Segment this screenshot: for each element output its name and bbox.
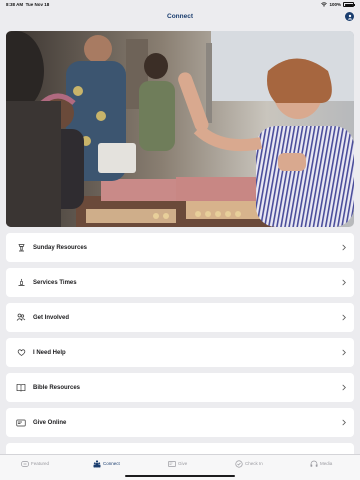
tab-media[interactable]: Media: [310, 460, 332, 467]
status-right: 100%: [321, 2, 355, 7]
chevron-right-icon: [342, 314, 346, 321]
menu-list: Sunday Resources Services Times Get Invo…: [6, 233, 354, 478]
menu-item-label: Give Online: [33, 419, 67, 426]
hero-photo: [6, 31, 354, 227]
menu-item-label: I Need Help: [33, 349, 66, 356]
card-icon: [16, 418, 26, 428]
menu-item-label: Sunday Resources: [33, 244, 88, 251]
status-bar: 8:38 AM Tue Nov 18 100%: [0, 0, 360, 9]
menu-item-give-online[interactable]: Give Online: [6, 408, 354, 437]
chevron-right-icon: [342, 244, 346, 251]
status-time-date: 8:38 AM Tue Nov 18: [6, 2, 49, 7]
menu-item-label: Get Involved: [33, 314, 70, 321]
profile-button[interactable]: [345, 12, 354, 21]
wifi-icon: [321, 2, 328, 7]
menu-item-label: Services Times: [33, 279, 77, 286]
menu-item-services-times[interactable]: Services Times: [6, 268, 354, 297]
tab-label: Media: [320, 461, 333, 466]
book-icon: [16, 383, 26, 393]
give-icon: [168, 460, 176, 467]
tab-bar: Featured Connect Give Check In Media: [0, 454, 360, 480]
battery-icon: [343, 2, 355, 7]
menu-item-sunday-resources[interactable]: Sunday Resources: [6, 233, 354, 262]
battery-percent: 100%: [329, 2, 341, 7]
tab-label: Connect: [103, 461, 120, 466]
chevron-right-icon: [342, 349, 346, 356]
podium-icon: [16, 243, 26, 253]
menu-item-label: Bible Resources: [33, 384, 81, 391]
headphones-icon: [310, 460, 318, 467]
tab-connect[interactable]: Connect: [93, 459, 120, 467]
tab-give[interactable]: Give: [168, 460, 187, 467]
menu-item-bible-resources[interactable]: Bible Resources: [6, 373, 354, 402]
tab-label: Check In: [245, 461, 263, 466]
people-icon: [16, 313, 26, 323]
person-icon: [347, 14, 352, 19]
status-date: Tue Nov 18: [25, 2, 50, 7]
status-time: 8:38 AM: [6, 2, 24, 7]
heart-icon: [16, 348, 26, 358]
home-indicator[interactable]: [125, 474, 235, 477]
chevron-right-icon: [342, 384, 346, 391]
menu-item-i-need-help[interactable]: I Need Help: [6, 338, 354, 367]
chevron-right-icon: [342, 279, 346, 286]
featured-icon: [21, 460, 29, 467]
tab-label: Featured: [31, 461, 50, 466]
tab-label: Give: [178, 461, 188, 466]
connect-icon: [93, 459, 101, 467]
page-title: Connect: [167, 13, 193, 20]
nav-bar: Connect: [0, 9, 360, 27]
hero-photo-illustration: [6, 31, 354, 227]
tab-featured[interactable]: Featured: [21, 460, 49, 467]
check-icon: [235, 459, 243, 468]
chevron-right-icon: [342, 419, 346, 426]
menu-item-get-involved[interactable]: Get Involved: [6, 303, 354, 332]
tab-check-in[interactable]: Check In: [235, 459, 263, 468]
candle-icon: [16, 278, 26, 288]
